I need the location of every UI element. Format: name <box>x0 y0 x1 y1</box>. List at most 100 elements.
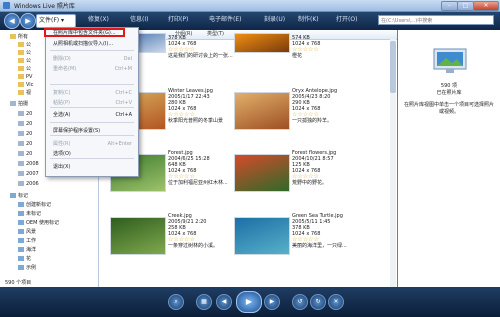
calendar-icon <box>18 181 24 186</box>
menu-item-shortcut: Ctrl+M <box>114 66 132 72</box>
sidebar-item-label: 20 <box>26 141 33 147</box>
photo-thumbnail[interactable] <box>234 217 290 255</box>
email-button[interactable]: 电子邮件(E) <box>207 14 243 26</box>
sidebar-item-label: 工作 <box>26 238 37 244</box>
sidebar-item[interactable]: 公 <box>18 41 31 49</box>
file-menu-item[interactable]: 重命名(M) Ctrl+M <box>46 64 136 74</box>
sidebar-item[interactable]: 未标记 <box>18 210 41 218</box>
fit-button[interactable]: ▦ <box>196 294 212 310</box>
search-input[interactable]: 在(C:\Users\...)中搜索 <box>378 15 494 25</box>
sidebar-item[interactable]: 20 <box>18 130 32 138</box>
maximize-button[interactable]: □ <box>457 1 474 11</box>
sidebar-item[interactable]: Vic <box>18 81 33 89</box>
sidebar-item[interactable]: 所有 <box>10 33 28 41</box>
sidebar-item[interactable]: OEM 使用标记 <box>18 219 59 227</box>
file-menu-item[interactable]: 复制(C) Ctrl+C <box>46 88 136 98</box>
print-button[interactable]: 打印(P) <box>166 14 190 26</box>
sidebar-item[interactable]: 2006 <box>18 180 39 188</box>
sidebar-item-label: OEM 使用标记 <box>26 220 59 226</box>
file-menu-item[interactable]: 属性(R) Alt+Enter <box>46 139 136 149</box>
menu-item-label: 从照相机或扫描仪导入(I)... <box>53 41 114 47</box>
menu-separator <box>50 84 134 85</box>
sidebar-item[interactable]: 视 <box>18 89 31 97</box>
photo-caption: 美丽的海洋里，一只绿... <box>292 243 347 249</box>
calendar-icon <box>18 131 24 136</box>
open-button[interactable]: 打开(O) <box>334 14 359 26</box>
photo-thumbnail[interactable] <box>110 217 166 255</box>
sidebar-item[interactable]: 公 <box>18 49 31 57</box>
sidebar-item[interactable]: 创建新标记 <box>18 201 51 209</box>
sidebar-item-label: 20 <box>26 151 33 157</box>
file-menu-item[interactable]: 全选(A) Ctrl+A <box>46 110 136 120</box>
highlight-box <box>44 28 125 37</box>
forward-button[interactable]: ▶ <box>20 13 36 29</box>
delete-button[interactable]: ✕ <box>328 294 344 310</box>
minimize-button[interactable]: – <box>441 1 458 11</box>
photo-details: 574 KB 1024 x 768 ☆☆☆☆☆ 橙花 <box>292 35 320 59</box>
close-button[interactable]: ✕ <box>473 1 499 11</box>
previous-button[interactable]: ◀ <box>216 294 232 310</box>
photo-thumbnail[interactable] <box>234 33 290 53</box>
folder-icon <box>18 90 24 95</box>
sidebar-item[interactable]: 花 <box>18 255 31 263</box>
sidebar-item[interactable]: PV <box>18 73 32 81</box>
burn-button[interactable]: 刻录(U) <box>262 14 287 26</box>
app-icon <box>3 2 10 9</box>
zoom-button[interactable]: ⌕ <box>168 294 184 310</box>
sidebar-item-label: 2006 <box>26 181 39 187</box>
tag-icon <box>18 265 24 270</box>
monitor-icon <box>433 48 467 73</box>
info-button[interactable]: 信息(I) <box>128 14 150 26</box>
window-title: Windows Live 照片库 <box>14 3 75 10</box>
sidebar-item[interactable]: 风景 <box>18 228 36 236</box>
sidebar-item[interactable]: 20 <box>18 140 32 148</box>
photo-details: Forest.jpg 2004/6/25 15:28 648 KB 1024 x 76… <box>168 150 228 186</box>
photo-caption: 橙花 <box>292 53 303 59</box>
sidebar-item[interactable]: 20 <box>18 150 32 158</box>
sidebar-item[interactable]: 海洋 <box>18 246 36 254</box>
sidebar-item[interactable]: 公 <box>18 57 31 65</box>
menu-item-label: 屏幕保护程序设置(S) <box>53 128 101 134</box>
info-count: 590 项 <box>440 83 458 89</box>
rotate-right-button[interactable]: ↻ <box>310 294 326 310</box>
photo-caption: 荒野中的野花。 <box>292 180 328 186</box>
fix-button[interactable]: 修复(X) <box>86 14 111 26</box>
sidebar-item-label: 2007 <box>26 171 39 177</box>
sidebar-item[interactable]: 20 <box>18 120 32 128</box>
photo-caption: 秋季阳光普照的冬季山景 <box>168 118 224 124</box>
scrollbar-thumb[interactable] <box>390 41 396 93</box>
photo-details: Creek.jpg 2005/9/21 2:20 258 KB 1024 x 768 ☆… <box>168 213 218 249</box>
sidebar-item-label: 2008 <box>26 161 39 167</box>
back-button[interactable]: ◀ <box>4 13 20 29</box>
sidebar-item[interactable]: 20 <box>18 110 32 118</box>
file-menu-button[interactable]: 文件(F) ▾ <box>36 14 76 28</box>
sidebar-item[interactable]: 公 <box>18 65 31 73</box>
sidebar-item[interactable]: 示例 <box>18 264 36 272</box>
sidebar-item[interactable]: 2008 <box>18 160 39 168</box>
photo-details: Winter Leaves.jpg 2005/1/17 22:43 280 KB 10… <box>168 88 223 124</box>
menu-separator <box>50 135 134 136</box>
menu-item-label: 粘贴(P) <box>53 100 70 106</box>
photo-thumbnail[interactable] <box>234 92 290 130</box>
rotate-left-button[interactable]: ↺ <box>292 294 308 310</box>
photo-thumbnail[interactable] <box>234 154 290 192</box>
photo-details: Oryx Antelope.jpg 2005/4/23 8:20 290 KB 102… <box>292 88 337 124</box>
tag-icon <box>18 202 24 207</box>
sidebar-item[interactable]: 拍摄 <box>10 100 28 108</box>
photo-details: 378 KB 1024 x 768 ☆☆☆☆☆ 这是我们的研讨会上的一张... <box>168 35 233 59</box>
next-button[interactable]: ▶ <box>264 294 280 310</box>
sidebar-item-label: PV <box>26 74 33 80</box>
menu-separator <box>50 122 134 123</box>
file-menu-item[interactable]: 删除(D) Del <box>46 54 136 64</box>
sidebar-item[interactable]: 2007 <box>18 170 39 178</box>
menu-item-label: 选项(O) <box>53 151 71 157</box>
file-menu-item[interactable]: 从照相机或扫描仪导入(I)... <box>46 39 136 49</box>
slideshow-play-button[interactable]: ▶ <box>236 291 262 313</box>
file-menu-item[interactable]: 退出(X) <box>46 162 136 172</box>
menu-item-shortcut: Alt+Enter <box>107 141 132 147</box>
sidebar-item[interactable]: 工作 <box>18 237 36 245</box>
make-button[interactable]: 制作(K) <box>296 14 321 26</box>
sidebar-item[interactable]: 标记 <box>10 192 28 200</box>
menu-item-label: 全选(A) <box>53 112 71 118</box>
sidebar-item-label: 风景 <box>26 229 37 235</box>
